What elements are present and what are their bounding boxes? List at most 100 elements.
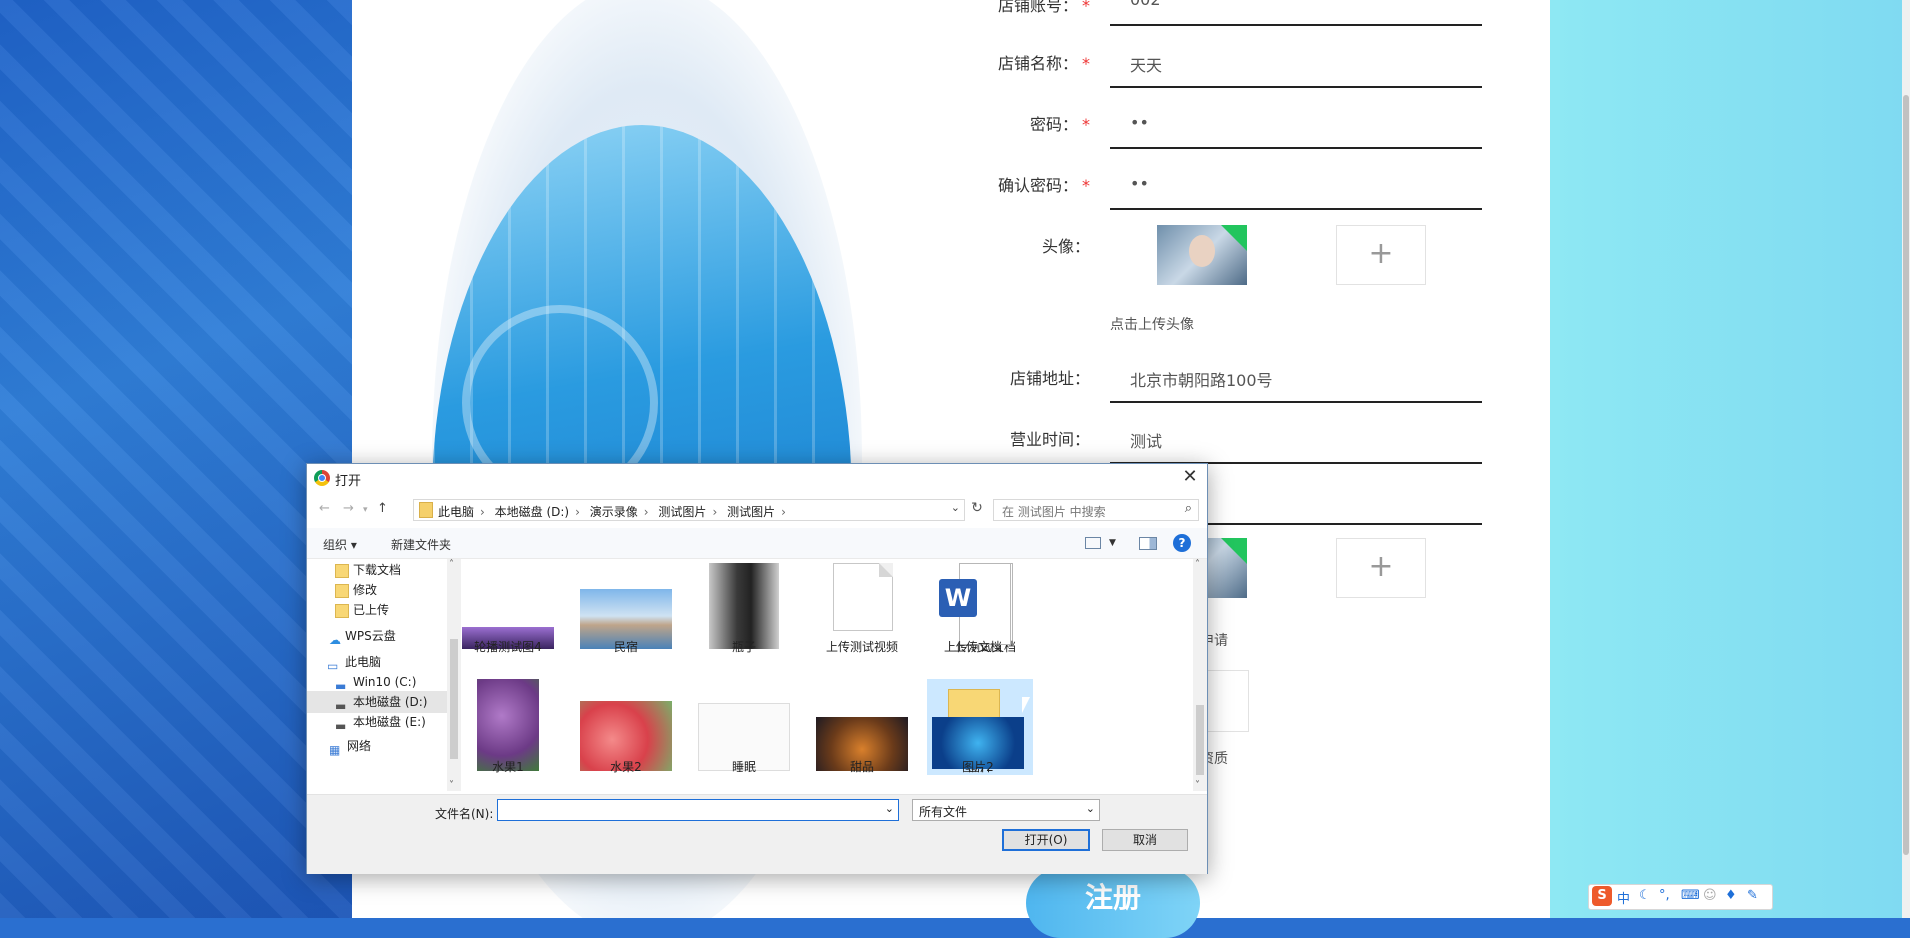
file-item[interactable]: 甜品 — [809, 679, 915, 775]
scroll-down-icon[interactable]: ˅ — [1195, 780, 1200, 791]
keyboard-icon[interactable]: ⌨ — [1681, 888, 1700, 903]
dialog-toolbar: 组织 ▾ 新建文件夹 ▼ ? — [307, 528, 1207, 559]
dialog-footer: 文件名(N): ⌄ 所有文件 ⌄ 打开(O) 取消 — [307, 794, 1207, 874]
video-file-icon — [833, 563, 893, 631]
address-dropdown-icon[interactable]: ⌄ — [951, 501, 960, 514]
avatar-thumbnail[interactable] — [1157, 225, 1247, 285]
nav-item-wps-cloud[interactable]: ☁ WPS云盘 — [307, 625, 447, 647]
wrench-icon[interactable]: ✎ — [1747, 888, 1758, 903]
address-field[interactable]: 北京市朝阳路100号 — [1110, 355, 1482, 403]
chevron-down-icon[interactable]: ⌄ — [1086, 802, 1095, 815]
chrome-icon — [314, 470, 330, 486]
address-label: 店铺地址： — [1009, 369, 1090, 388]
filename-input[interactable] — [500, 801, 874, 819]
file-item[interactable]: 瓶子 — [691, 559, 797, 655]
file-item[interactable]: 睡眠 — [691, 679, 797, 775]
navigation-row: ← → ▾ ↑ 此电脑 › 本地磁盘 (D:) › 演示录像 › 测试图片 › 测试图片… — [307, 497, 1207, 523]
confirm-password-label: 确认密码： * — [997, 176, 1090, 195]
shop-account-field[interactable]: 002 — [1110, 0, 1482, 26]
upload-license-button[interactable]: + — [1336, 538, 1426, 598]
moon-icon[interactable]: ☾ — [1639, 888, 1651, 903]
back-arrow-icon[interactable]: ← — [319, 501, 330, 516]
refresh-icon[interactable]: ↻ — [967, 500, 987, 520]
breadcrumb-drive-d[interactable]: 本地磁盘 (D:) — [495, 505, 569, 519]
file-item[interactable]: W 上传文档 — [925, 559, 1031, 655]
file-item[interactable]: 民宿 — [573, 559, 679, 655]
folder-icon — [335, 604, 349, 618]
breadcrumb-test-images-2[interactable]: 测试图片 — [727, 505, 775, 519]
file-item[interactable]: 水果2 — [573, 679, 679, 775]
hours-field[interactable]: 测试 — [1110, 416, 1482, 464]
forward-arrow-icon[interactable]: → — [343, 501, 354, 516]
file-item[interactable]: 水果1 — [455, 679, 561, 775]
network-icon: ▦ — [329, 743, 341, 757]
selected-check-icon — [1221, 538, 1247, 564]
recent-chevron-icon[interactable]: ▾ — [363, 505, 368, 515]
ime-mode[interactable]: 中 — [1617, 888, 1630, 907]
page-scrollbar[interactable] — [1902, 0, 1910, 918]
user-icon[interactable]: ☺ — [1703, 888, 1717, 903]
nav-item-this-pc[interactable]: ▭ 此电脑 — [307, 651, 447, 673]
shop-name-field[interactable]: 天天 — [1110, 40, 1482, 88]
nav-item-edit[interactable]: 修改 — [307, 579, 447, 601]
password-label: 密码： * — [1029, 115, 1090, 134]
filename-dropdown-icon[interactable]: ⌄ — [885, 802, 894, 815]
help-icon[interactable]: ? — [1173, 534, 1191, 552]
confirm-password-field[interactable]: •• — [1110, 162, 1482, 210]
ime-toolbar[interactable]: S 中 ☾ °, ⌨ ☺ ♦ ✎ — [1588, 884, 1773, 910]
file-item[interactable]: 轮播测试图4 — [455, 559, 561, 655]
file-item[interactable]: 图片2 — [925, 679, 1031, 775]
close-icon[interactable]: ✕ — [1179, 466, 1201, 487]
nav-item-drive-c[interactable]: ▬ Win10 (C:) — [307, 671, 447, 693]
image-thumbnail — [709, 563, 779, 649]
word-document-icon: W — [939, 563, 1015, 645]
search-box[interactable]: 在 测试图片 中搜索 ⌕ — [993, 499, 1199, 521]
breadcrumb-recordings[interactable]: 演示录像 — [590, 505, 638, 519]
search-icon: ⌕ — [1184, 501, 1192, 516]
punctuation-icon[interactable]: °, — [1659, 888, 1670, 903]
password-field[interactable]: •• — [1110, 101, 1482, 149]
nav-item-network[interactable]: ▦ 网络 — [307, 735, 447, 757]
background-left — [0, 0, 352, 918]
file-open-dialog: 打开 ✕ ← → ▾ ↑ 此电脑 › 本地磁盘 (D:) › 演示录像 › 测试图片 ›… — [306, 463, 1208, 874]
cancel-button[interactable]: 取消 — [1102, 829, 1188, 851]
organize-button[interactable]: 组织 ▾ — [323, 536, 357, 553]
skin-icon[interactable]: ♦ — [1725, 888, 1737, 903]
dialog-titlebar[interactable]: 打开 ✕ — [307, 464, 1207, 492]
search-placeholder: 在 测试图片 中搜索 — [1002, 505, 1106, 519]
nav-item-uploaded[interactable]: 已上传 — [307, 599, 447, 621]
new-folder-button[interactable]: 新建文件夹 — [391, 536, 451, 553]
navigation-pane: 下载文档 修改 已上传 ☁ WPS云盘 ▭ 此电脑 ▬ Win10 (C:) ▬ 本地磁… — [307, 559, 447, 789]
scroll-up-icon[interactable]: ˄ — [1195, 559, 1200, 570]
file-grid-scrollbar[interactable]: ˄ ˅ — [1193, 559, 1207, 791]
nav-item-drive-d[interactable]: ▬ 本地磁盘 (D:) — [307, 691, 447, 713]
view-dropdown-icon[interactable]: ▼ — [1109, 538, 1116, 548]
dialog-title: 打开 — [335, 474, 362, 489]
nav-item-drive-e[interactable]: ▬ 本地磁盘 (E:) — [307, 711, 447, 733]
file-type-select[interactable]: 所有文件 ⌄ — [912, 799, 1100, 821]
background-right — [1550, 0, 1910, 918]
view-mode-icon[interactable] — [1085, 537, 1101, 549]
filename-combobox[interactable]: ⌄ — [497, 799, 899, 821]
register-button[interactable]: 注册 — [1026, 868, 1200, 938]
breadcrumb-this-pc[interactable]: 此电脑 — [438, 505, 474, 519]
upload-avatar-button[interactable]: + — [1336, 225, 1426, 285]
mouse-cursor — [1022, 697, 1030, 713]
scroll-up-icon[interactable]: ˄ — [449, 559, 454, 570]
avatar-label: 头像： — [1041, 237, 1090, 256]
folder-icon — [335, 584, 349, 598]
nav-item-downloads[interactable]: 下载文档 — [307, 559, 447, 581]
shop-account-label: 店铺账号： * — [997, 0, 1090, 15]
drive-icon: ▬ — [335, 719, 347, 733]
preview-pane-icon[interactable] — [1139, 537, 1157, 550]
sogou-logo-icon[interactable]: S — [1592, 886, 1612, 906]
up-arrow-icon[interactable]: ↑ — [377, 501, 388, 516]
shop-name-label: 店铺名称： * — [997, 54, 1090, 73]
open-button[interactable]: 打开(O) — [1002, 829, 1090, 851]
breadcrumb-test-images[interactable]: 测试图片 — [658, 505, 706, 519]
scroll-down-icon[interactable]: ˅ — [449, 780, 454, 791]
avatar-hint: 点击上传头像 — [1110, 317, 1194, 333]
file-item[interactable]: 上传测试视频 — [809, 559, 915, 655]
address-bar[interactable]: 此电脑 › 本地磁盘 (D:) › 演示录像 › 测试图片 › 测试图片 › ⌄ — [413, 499, 965, 521]
hours-label: 营业时间： — [1009, 430, 1090, 449]
